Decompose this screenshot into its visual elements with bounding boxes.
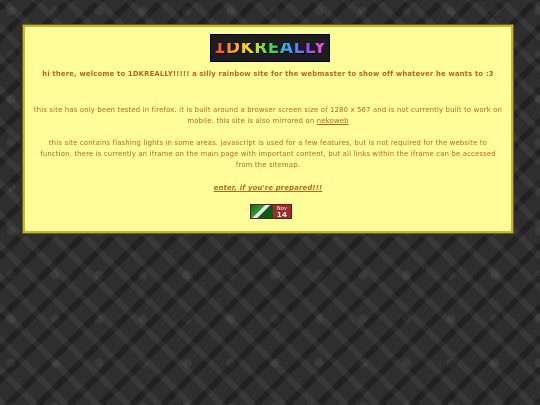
welcome-panel: 1DKREALLY hi there, welcome to 1DKREALLY… [23, 25, 513, 233]
browser-notice-text: this site has only been tested in firefo… [33, 106, 503, 125]
intro-prefix: hi there, welcome to [42, 70, 128, 78]
site-name: 1DKREALLY!!!!! [127, 70, 190, 78]
logo-text: 1DKREALLY [213, 37, 327, 58]
nekoweb-link[interactable]: nekoweb [317, 117, 349, 125]
badge-day: 14 [276, 211, 288, 219]
accessibility-warning: this site contains flashing lights in so… [40, 139, 496, 169]
intro-text: hi there, welcome to 1DKREALLY!!!!! a si… [33, 69, 503, 80]
badge-image [251, 205, 273, 218]
enter-link[interactable]: enter, if you're prepared!!! [25, 183, 511, 194]
badge-date: Nov 14 [273, 205, 291, 218]
site-logo: 1DKREALLY [210, 34, 330, 62]
date-badge: Nov 14 [250, 204, 292, 219]
browser-notice: this site has only been tested in firefo… [33, 105, 503, 127]
intro-suffix: a silly rainbow site for the webmaster t… [189, 70, 494, 78]
